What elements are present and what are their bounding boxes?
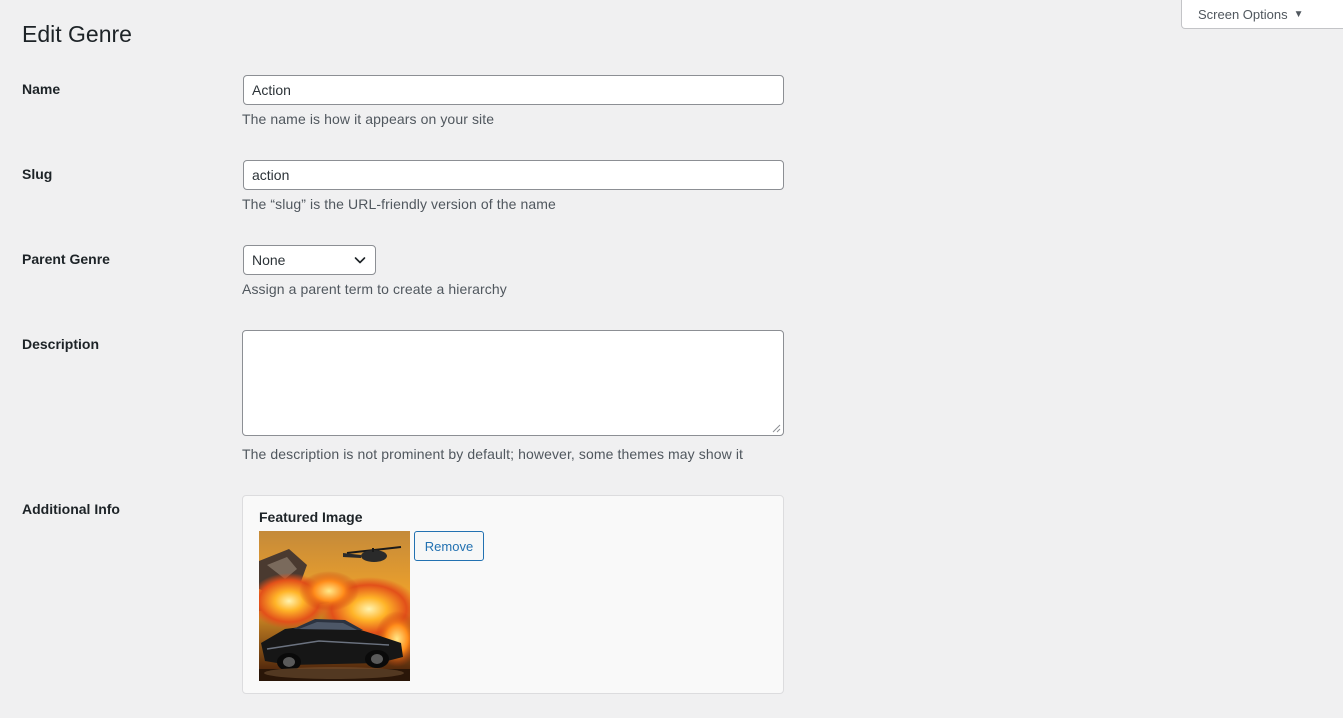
parent-genre-selected: None <box>252 252 286 268</box>
description-help: The description is not prominent by defa… <box>242 446 744 462</box>
slug-input[interactable] <box>243 160 784 190</box>
parent-genre-help: Assign a parent term to create a hierarc… <box>242 281 507 297</box>
parent-genre-label: Parent Genre <box>22 251 110 267</box>
chevron-down-icon <box>354 257 366 264</box>
additional-info-box: Featured Image Remove <box>242 495 784 694</box>
remove-image-button[interactable]: Remove <box>414 531 484 561</box>
description-label: Description <box>22 336 100 352</box>
slug-label: Slug <box>22 166 53 182</box>
featured-image-label: Featured Image <box>259 509 363 525</box>
caret-down-icon: ▼ <box>1293 8 1304 20</box>
name-input[interactable] <box>243 75 784 105</box>
screen-options-button[interactable]: Screen Options ▼ <box>1181 0 1343 29</box>
slug-help: The “slug” is the URL-friendly version o… <box>242 196 556 212</box>
additional-info-label: Additional Info <box>22 501 120 517</box>
name-label: Name <box>22 81 61 97</box>
resize-grip-icon[interactable] <box>772 424 781 433</box>
page-title: Edit Genre <box>22 21 132 47</box>
description-textarea[interactable] <box>242 330 784 436</box>
screen-options-label: Screen Options <box>1198 6 1288 22</box>
parent-genre-select[interactable]: None <box>243 245 376 275</box>
featured-image-thumbnail <box>259 531 410 681</box>
name-help: The name is how it appears on your site <box>242 111 495 127</box>
